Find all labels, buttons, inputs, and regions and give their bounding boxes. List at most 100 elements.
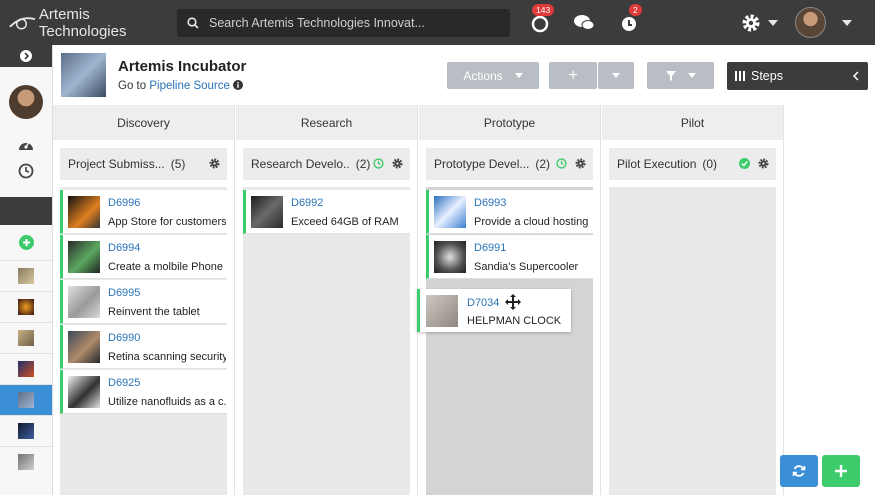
- alerts-button[interactable]: 2: [617, 4, 642, 35]
- card-id[interactable]: D6992: [291, 197, 323, 209]
- lane-header[interactable]: Research Develo.. (2): [243, 148, 410, 180]
- sidebar-thumbnail[interactable]: [0, 446, 52, 477]
- card-thumbnail: [426, 295, 458, 327]
- sidebar-thumbnail[interactable]: [0, 260, 52, 291]
- lane-header[interactable]: Pilot Execution (0): [609, 148, 776, 180]
- settings-button[interactable]: [739, 11, 763, 35]
- sidebar-history[interactable]: [0, 163, 52, 179]
- idea-card[interactable]: D6991 Sandia's Supercooler: [426, 235, 593, 279]
- sidebar-thumbnail[interactable]: [0, 415, 52, 446]
- clock-icon: [373, 158, 384, 169]
- lane-body: [609, 187, 776, 495]
- incubator-thumbnail: [18, 423, 34, 439]
- gear-icon[interactable]: [391, 157, 404, 170]
- gear-icon: [742, 14, 760, 32]
- add-label: +: [568, 66, 578, 84]
- chevron-left-icon: [852, 71, 859, 81]
- sidebar: [0, 45, 53, 495]
- notifications-button[interactable]: 143: [528, 4, 555, 35]
- lane-name: Project Submiss...: [68, 157, 165, 171]
- card-id[interactable]: D6994: [108, 242, 140, 254]
- sidebar-thumbnail-active[interactable]: [0, 384, 52, 415]
- idea-card[interactable]: D6925 Utilize nanofluids as a c...: [60, 370, 227, 414]
- notifications-badge: 143: [532, 4, 555, 16]
- card-title: HELPMAN CLOCK: [467, 315, 562, 327]
- steps-label: Steps: [751, 69, 783, 83]
- sidebar-divider: [0, 197, 52, 225]
- idea-card[interactable]: D6992 Exceed 64GB of RAM: [243, 190, 410, 234]
- column-discovery: Discovery Project Submiss... (5) D6996 A…: [53, 105, 235, 495]
- lane-body: D6996 App Store for customers D6994 Crea…: [60, 187, 227, 495]
- incubator-thumbnail: [18, 392, 34, 408]
- column-pilot: Pilot Pilot Execution (0): [602, 105, 784, 495]
- card-thumbnail: [68, 376, 100, 408]
- sidebar-add[interactable]: [0, 235, 52, 250]
- incubator-thumbnail: [18, 454, 34, 470]
- gear-icon[interactable]: [208, 157, 221, 170]
- refresh-button[interactable]: [780, 455, 818, 487]
- steps-toggle-button[interactable]: Steps: [727, 62, 868, 90]
- add-item-button[interactable]: +: [549, 62, 597, 89]
- sidebar-toggle[interactable]: [0, 45, 52, 67]
- card-title: Exceed 64GB of RAM: [291, 216, 399, 228]
- search-icon: [187, 17, 199, 29]
- settings-chevron-down-icon[interactable]: [768, 20, 778, 26]
- search-input[interactable]: Search Artemis Technologies Innovat...: [177, 9, 510, 37]
- check-circle-icon: [739, 158, 750, 169]
- idea-card[interactable]: D6993 Provide a cloud hosting ...: [426, 190, 593, 234]
- sidebar-thumbnail[interactable]: [0, 322, 52, 353]
- pipeline-source-link[interactable]: Pipeline Source: [149, 80, 230, 92]
- gear-icon[interactable]: [574, 157, 587, 170]
- filter-icon: [665, 70, 676, 81]
- user-menu-chevron-down-icon[interactable]: [842, 20, 852, 26]
- add-icon: [835, 465, 847, 477]
- idea-card[interactable]: D6990 Retina scanning security: [60, 325, 227, 369]
- alerts-icon: [622, 17, 636, 31]
- user-avatar[interactable]: [795, 7, 826, 38]
- lane-name: Pilot Execution: [617, 157, 697, 171]
- card-thumbnail: [251, 196, 283, 228]
- refresh-icon: [792, 465, 806, 477]
- add-icon: [18, 235, 34, 250]
- chevron-down-icon: [612, 73, 620, 78]
- chat-button[interactable]: [572, 11, 596, 35]
- brand-logo[interactable]: Artemis Technologies: [0, 6, 176, 40]
- card-title: Utilize nanofluids as a c...: [108, 396, 226, 408]
- gear-icon[interactable]: [757, 157, 770, 170]
- dragging-card[interactable]: D7034 HELPMAN CLOCK: [417, 289, 571, 332]
- card-title: Create a molbile Phone: [108, 261, 223, 273]
- card-thumbnail: [68, 241, 100, 273]
- info-icon[interactable]: [233, 80, 244, 90]
- notifications-icon: [531, 15, 549, 33]
- columns-icon: [735, 71, 745, 81]
- filter-dropdown-button[interactable]: [647, 62, 714, 89]
- lane-name: Prototype Devel...: [434, 157, 530, 171]
- card-id[interactable]: D6993: [474, 197, 506, 209]
- sidebar-thumbnail[interactable]: [0, 353, 52, 384]
- card-thumbnail: [68, 331, 100, 363]
- idea-card[interactable]: D6996 App Store for customers: [60, 190, 227, 234]
- card-id[interactable]: D6995: [108, 287, 140, 299]
- card-title: Retina scanning security: [108, 351, 226, 363]
- lane-header[interactable]: Project Submiss... (5): [60, 148, 227, 180]
- add-idea-button[interactable]: [822, 455, 860, 487]
- dashboard-icon: [19, 141, 33, 150]
- add-options-dropdown[interactable]: [598, 62, 634, 89]
- lane-header[interactable]: Prototype Devel... (2): [426, 148, 593, 180]
- page-title: Artemis Incubator: [118, 58, 247, 75]
- idea-card[interactable]: D6994 Create a molbile Phone: [60, 235, 227, 279]
- card-id[interactable]: D6991: [474, 242, 506, 254]
- card-id[interactable]: D6996: [108, 197, 140, 209]
- sidebar-avatar[interactable]: [9, 85, 43, 119]
- sidebar-thumbnail[interactable]: [0, 291, 52, 322]
- chat-icon: [574, 15, 595, 30]
- lane-count: (0): [702, 157, 718, 171]
- idea-card[interactable]: D6995 Reinvent the tablet: [60, 280, 227, 324]
- card-id[interactable]: D6925: [108, 377, 140, 389]
- chevron-down-icon: [514, 73, 523, 78]
- actions-dropdown-button[interactable]: Actions: [447, 62, 539, 89]
- brand-name: Artemis Technologies: [38, 5, 127, 40]
- card-id[interactable]: D6990: [108, 332, 140, 344]
- card-id[interactable]: D7034: [467, 297, 499, 309]
- sidebar-dashboard[interactable]: [0, 137, 52, 153]
